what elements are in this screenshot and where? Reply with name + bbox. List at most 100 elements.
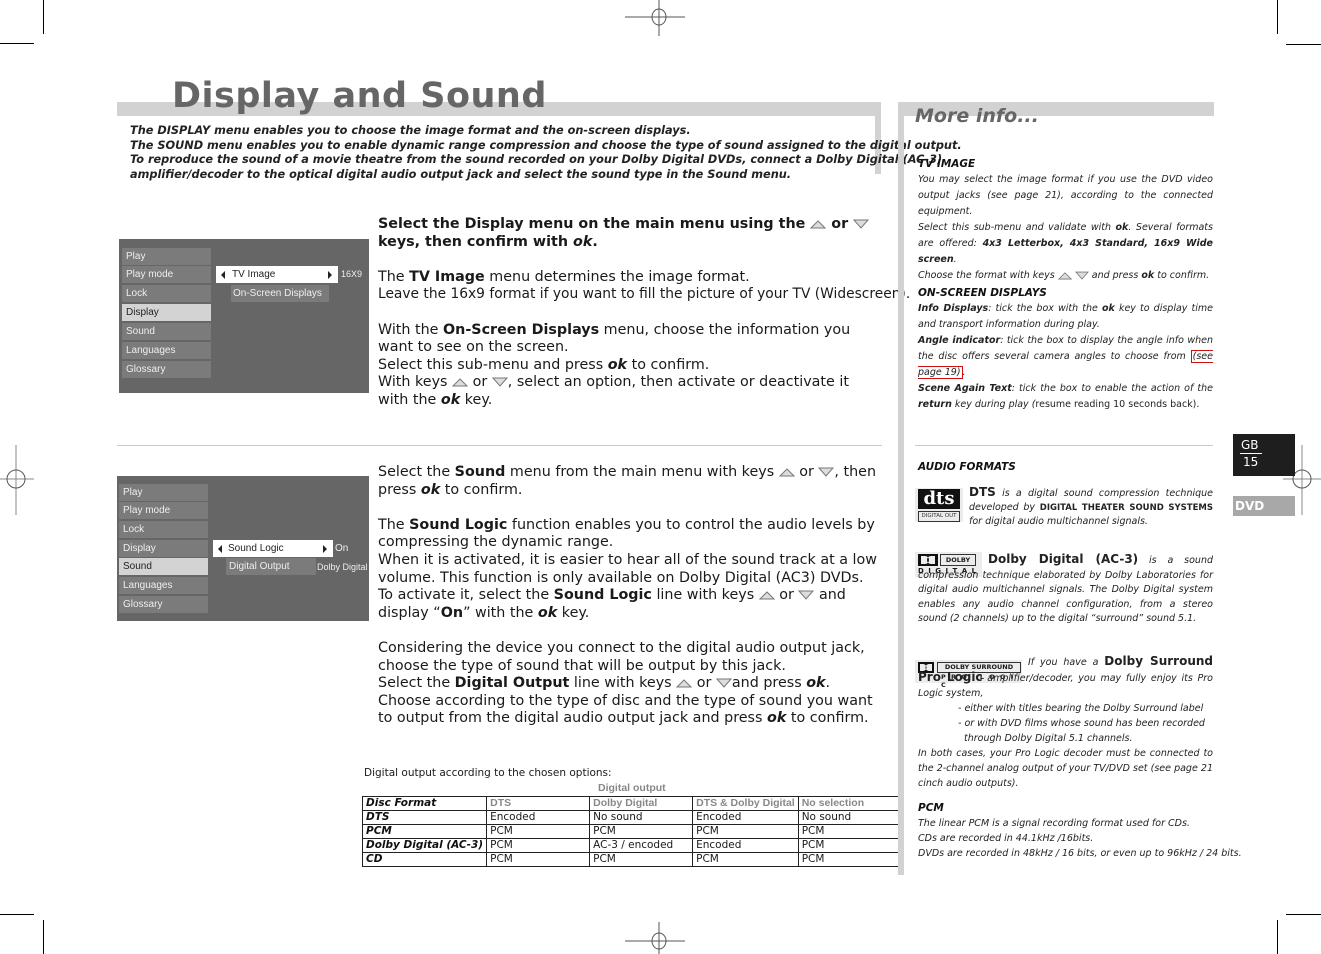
menu-item-sound[interactable]: Sound (122, 323, 211, 340)
menu-item-sound[interactable]: Sound (119, 558, 208, 575)
menu-item-play-mode[interactable]: Play mode (119, 502, 208, 519)
pcm-info: PCM The linear PCM is a signal recording… (918, 801, 1242, 861)
table-cell: PCM (589, 824, 694, 839)
text: menu on the main menu using the (523, 216, 811, 232)
text: Scene Again Text (918, 383, 1012, 394)
table-cell: DTS (361, 810, 488, 825)
table-cell: PCM (797, 852, 904, 867)
table-cell: PCM (361, 824, 488, 839)
text: keys, then confirm with (378, 233, 574, 250)
crop-mark (1277, 0, 1278, 34)
table-cell: Dolby Digital (AC-3) (361, 838, 488, 853)
text: ok (767, 710, 787, 727)
text: or (774, 587, 799, 604)
dolby-digital-info: Dolby Digital (AC-3) is a sound compress… (918, 552, 1213, 627)
menu-item-play[interactable]: Play (119, 484, 208, 501)
text: DVDs are recorded in 48kHz / 16 bits, or… (918, 848, 1242, 859)
text: TV Image (409, 268, 485, 285)
text: You may select the image format if you u… (918, 174, 1213, 217)
menu-item-play[interactable]: Play (122, 248, 211, 265)
tv-image-value: 16X9 (341, 269, 363, 279)
column-header: No selection (797, 796, 904, 811)
text: When it is activated, it is easier to he… (378, 551, 877, 586)
text: Select the (378, 216, 465, 232)
text: In both cases, your Pro Logic decoder mu… (918, 748, 1213, 789)
submenu-label: Sound Logic (228, 543, 284, 554)
intro-text: The DISPLAY menu enables you to choose t… (130, 124, 962, 182)
sound-instructions: Select the Sound menu from the main menu… (378, 464, 883, 728)
menu-item-play-mode[interactable]: Play mode (122, 266, 211, 283)
text: Choose the format with keys (918, 270, 1058, 281)
text: Display (464, 216, 524, 232)
display-instructions: Select the Display menu on the main menu… (378, 216, 910, 410)
text: return (918, 399, 952, 410)
down-key-icon (818, 467, 835, 477)
registration-mark-icon (625, 922, 685, 954)
menu-item-lock[interactable]: Lock (122, 285, 211, 302)
text: key. (460, 391, 493, 408)
registration-mark-icon (0, 445, 34, 515)
text: Select the (378, 675, 455, 692)
up-key-icon (810, 220, 827, 229)
crop-mark (1286, 914, 1321, 915)
crop-mark (0, 43, 34, 44)
table-cell: PCM (486, 824, 591, 839)
submenu-digital-output[interactable]: Digital Output (226, 558, 316, 575)
text: Sound (454, 464, 506, 480)
crop-mark (43, 0, 44, 34)
intro-line: The SOUND menu enables you to enable dyn… (130, 138, 962, 152)
table-header-row: Disc Format DTS Dolby Digital DTS & Dolb… (361, 796, 904, 811)
arrow-left-icon[interactable] (221, 271, 225, 279)
text: ok (440, 391, 461, 408)
column-header: Dolby Digital (589, 796, 694, 811)
text: ok (420, 481, 441, 498)
dts-logo-sub: DIGITAL OUT (918, 511, 960, 522)
down-key-icon (853, 219, 870, 229)
table-cell: CD (361, 852, 488, 867)
column-header: DTS & Dolby Digital (692, 796, 799, 811)
list-item: - either with titles bearing the Dolby S… (958, 703, 1204, 714)
text: . (962, 367, 966, 378)
language-label: GB (1241, 438, 1259, 452)
menu-item-languages[interactable]: Languages (119, 577, 208, 594)
menu-item-languages[interactable]: Languages (122, 342, 211, 359)
arrow-left-icon[interactable] (218, 545, 222, 553)
intro-line: amplifier/decoder to the optical digital… (130, 167, 792, 181)
table-cell: AC-3 / encoded (589, 838, 694, 853)
submenu-on-screen-displays[interactable]: On-Screen Displays (231, 285, 329, 302)
up-key-icon (676, 679, 693, 688)
menu-item-glossary[interactable]: Glossary (122, 361, 211, 378)
table-cell: PCM (692, 852, 799, 867)
table-cell: PCM (486, 838, 591, 853)
text: Dolby Digital (AC-3) (988, 552, 1139, 566)
submenu-tv-image[interactable]: TV Image (216, 266, 338, 283)
sound-logic-value: On (335, 543, 349, 554)
crop-mark (0, 914, 34, 915)
crop-mark (1286, 44, 1321, 45)
menu-item-display[interactable]: Display (119, 540, 208, 557)
text: Select this sub-menu and press (378, 356, 608, 373)
text: line with keys (569, 675, 677, 692)
text: ok (1115, 222, 1129, 233)
table-cell: Encoded (486, 810, 591, 825)
text: Considering the device you connect to th… (378, 639, 865, 674)
menu-item-glossary[interactable]: Glossary (119, 596, 208, 613)
table-row: CD PCM PCM PCM PCM (361, 852, 904, 867)
section-divider (117, 445, 882, 446)
text: . (825, 675, 831, 692)
up-key-icon (778, 468, 795, 477)
text: ok (537, 604, 558, 621)
text: menu determines the image format. (484, 268, 750, 285)
text: ” with the (463, 604, 538, 621)
submenu-sound-logic[interactable]: Sound Logic (213, 540, 333, 557)
arrow-right-icon[interactable] (323, 545, 327, 553)
table-cell: No sound (589, 810, 694, 825)
arrow-right-icon[interactable] (328, 271, 332, 279)
menu-item-lock[interactable]: Lock (119, 521, 208, 538)
intro-line: To reproduce the sound of a movie theatr… (130, 153, 943, 166)
text: ok (1141, 270, 1155, 281)
menu-item-display[interactable]: Display (122, 304, 211, 321)
text: If you have a (1028, 657, 1105, 668)
text: ok (573, 233, 593, 250)
text: : tick the box with the (988, 303, 1102, 314)
